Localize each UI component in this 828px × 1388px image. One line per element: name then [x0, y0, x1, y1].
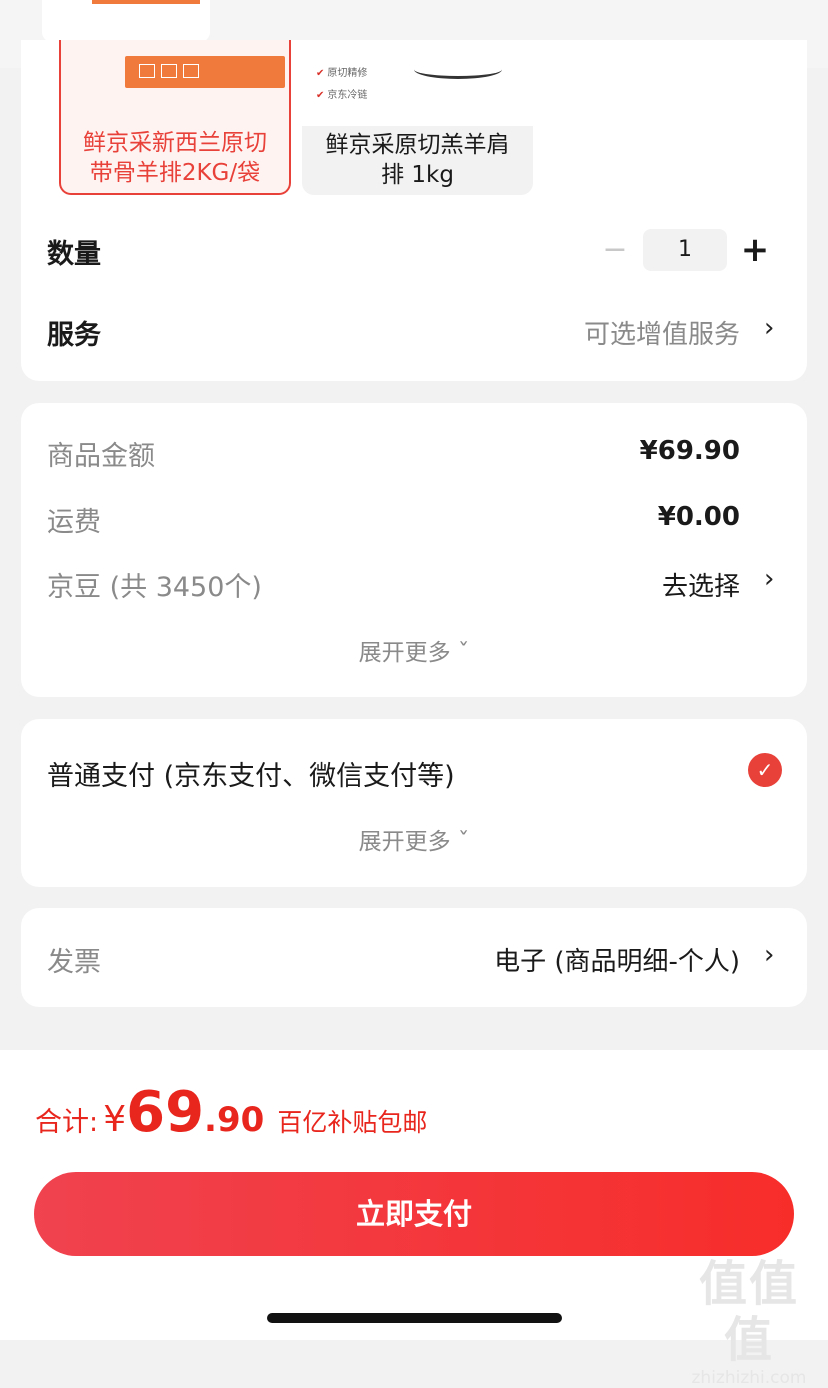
jingdou-select[interactable]: 去选择 [662, 566, 740, 603]
quantity-input[interactable]: 1 [643, 229, 727, 271]
subsidy-note: 百亿补贴包邮 [277, 1108, 428, 1137]
increase-button[interactable]: + [740, 230, 770, 270]
payment-card [21, 719, 807, 887]
invoice-value[interactable]: 电子 (商品明细-个人) [494, 941, 740, 978]
payment-method-label[interactable]: 普通支付 (京东支付、微信支付等) [47, 754, 455, 793]
variant-label: 鲜京采原切羔羊肩 排 1kg [325, 132, 510, 188]
expand-more-button[interactable]: 展开更多 ˇ [21, 633, 807, 667]
currency-symbol: ¥ [103, 1099, 127, 1140]
total-decimal: .90 [204, 1100, 265, 1140]
product-thumbnail[interactable] [42, 0, 210, 42]
check-icon: ✔ 原切精修 [316, 68, 368, 79]
goods-amount-value: ¥69.90 [639, 436, 740, 466]
decrease-button[interactable]: − [601, 232, 629, 268]
checkmark-icon[interactable]: ✓ [748, 753, 782, 787]
chevron-right-icon[interactable]: › [764, 564, 774, 594]
service-value[interactable]: 可选增值服务 [584, 314, 740, 351]
quantity-label: 数量 [47, 239, 101, 270]
service-label: 服务 [47, 320, 101, 351]
expand-more-button[interactable]: 展开更多 ˇ [21, 822, 807, 856]
jingdou-label: 京豆 (共 3450个) [47, 572, 262, 603]
invoice-label: 发票 [47, 947, 101, 978]
watermark: 值值值 zhizhizhi.com [691, 1256, 807, 1388]
variant-image: ✔ 原切精修 ✔ 京东冷链 [302, 40, 533, 126]
variant-image [125, 56, 285, 88]
variant-option[interactable]: ✔ 原切精修 ✔ 京东冷链 鲜京采原切羔羊肩 排 1kg [302, 40, 533, 195]
variant-option-selected[interactable]: 鲜京采新西兰原切 带骨羊排2KG/袋 [59, 40, 291, 195]
shipping-label: 运费 [47, 507, 101, 538]
chevron-right-icon[interactable]: › [764, 940, 774, 970]
variant-label: 鲜京采新西兰原切 带骨羊排2KG/袋 [83, 130, 267, 186]
total-integer: 69 [126, 1080, 205, 1145]
goods-amount-label: 商品金额 [47, 441, 155, 472]
order-total: 合计: ¥69.90 百亿补贴包邮 [35, 1080, 428, 1145]
home-indicator[interactable] [267, 1313, 562, 1323]
pay-now-button[interactable]: 立即支付 [34, 1172, 794, 1256]
check-icon: ✔ 京东冷链 [316, 90, 368, 101]
shipping-value: ¥0.00 [657, 502, 740, 532]
plate-image [414, 60, 502, 79]
total-label: 合计: [35, 1107, 99, 1138]
chevron-right-icon[interactable]: › [764, 313, 774, 343]
